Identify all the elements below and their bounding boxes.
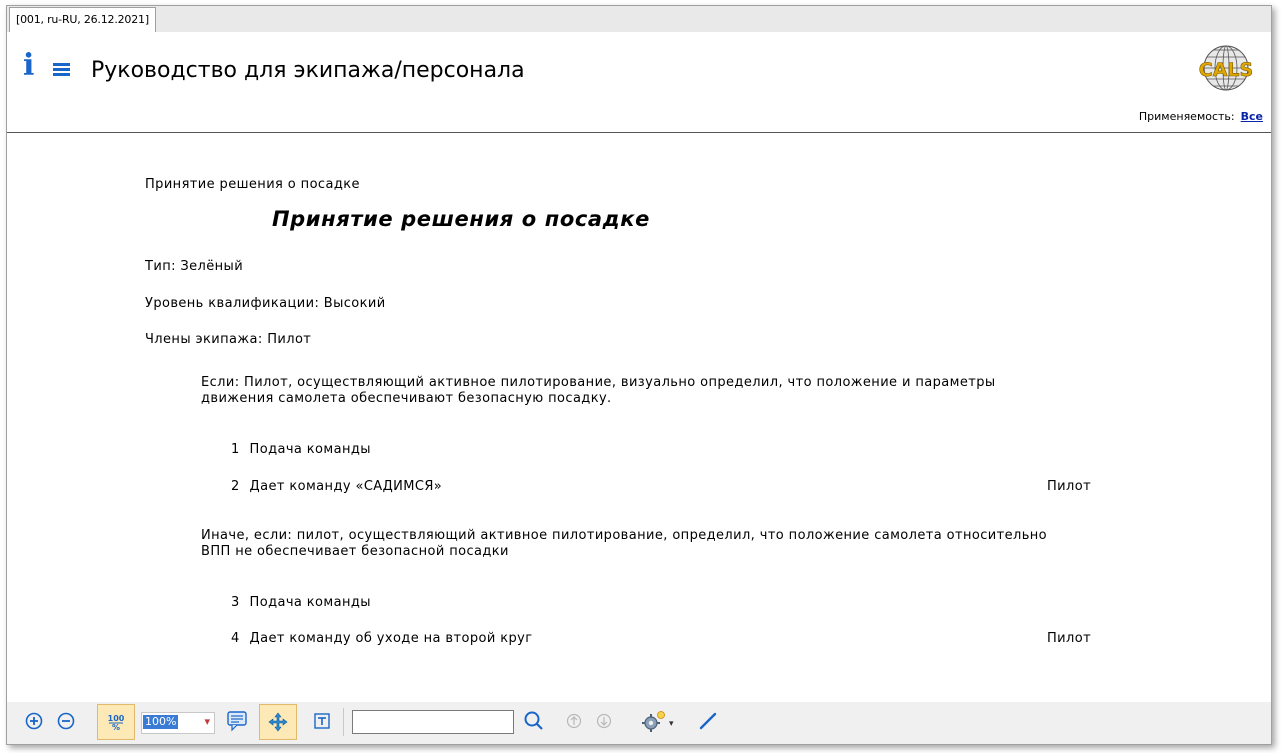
step-text: Дает команду «САДИМСЯ»	[249, 479, 443, 494]
zoom-value: 100%	[143, 715, 179, 729]
zoom-in-icon[interactable]	[21, 708, 47, 734]
pan-icon[interactable]	[259, 704, 297, 740]
step-item: 1 Подача команды	[231, 442, 371, 458]
toolbar-separator	[343, 708, 344, 736]
info-icon[interactable]: i	[23, 51, 34, 81]
tab-document[interactable]: [001, ru-RU, 26.12.2021]	[9, 7, 156, 33]
step-number: 3	[231, 595, 240, 610]
qualification-line: Уровень квалификации: Высокий	[145, 296, 386, 311]
condition2-line2: ВПП не обеспечивает безопасной посадки	[201, 544, 509, 559]
applicability-link[interactable]: Все	[1241, 110, 1263, 123]
search-icon[interactable]	[521, 708, 547, 734]
svg-text:CALS: CALS	[1199, 59, 1253, 81]
step-text: Подача команды	[249, 442, 371, 457]
menu-icon[interactable]	[53, 63, 70, 77]
zoom-select[interactable]: 100% ▾	[141, 712, 215, 734]
bottom-toolbar: 100% 100% ▾ ▾	[7, 702, 1271, 744]
comment-icon[interactable]	[225, 708, 251, 734]
tab-strip: [001, ru-RU, 26.12.2021]	[7, 6, 1271, 33]
arrow-up-icon[interactable]	[561, 708, 587, 734]
condition1-line1: Если: Пилот, осуществляющий активное пил…	[201, 375, 996, 390]
chevron-down-icon[interactable]: ▾	[204, 713, 210, 731]
page-title: Руководство для экипажа/персонала	[91, 58, 525, 83]
condition1-line2: движения самолета обеспечивают безопасну…	[201, 391, 612, 406]
actual-size-icon[interactable]: 100%	[97, 704, 135, 740]
applicability: Применяемость: Все	[1139, 110, 1263, 123]
step-item: 4 Дает команду об уходе на второй круг	[231, 631, 532, 647]
document-window: [001, ru-RU, 26.12.2021] i Руководство д…	[6, 5, 1272, 745]
cals-logo: CALS	[1198, 45, 1254, 91]
step-number: 2	[231, 479, 240, 494]
step-actor: Пилот	[1047, 631, 1092, 646]
section-heading: Принятие решения о посадке	[272, 207, 650, 231]
document-header: i Руководство для экипажа/персонала CALS…	[7, 32, 1271, 133]
content-area: i Руководство для экипажа/персонала CALS…	[7, 32, 1271, 702]
step-number: 1	[231, 442, 240, 457]
crew-line: Члены экипажа: Пилот	[145, 332, 312, 347]
step-item: 3 Подача команды	[231, 595, 371, 611]
arrow-down-icon[interactable]	[591, 708, 617, 734]
step-actor: Пилот	[1047, 479, 1092, 494]
condition2-line1: Иначе, если: пилот, осуществляющий актив…	[201, 528, 1048, 543]
search-input[interactable]	[352, 710, 514, 734]
step-number: 4	[231, 631, 240, 646]
step-text: Подача команды	[249, 595, 371, 610]
step-text: Дает команду об уходе на второй круг	[249, 631, 533, 646]
settings-icon[interactable]: ▾	[637, 708, 677, 734]
zoom-out-icon[interactable]	[53, 708, 79, 734]
step-item: 2 Дает команду «САДИМСЯ»	[231, 479, 442, 495]
pen-icon[interactable]	[695, 708, 721, 734]
applicability-label: Применяемость:	[1138, 110, 1235, 123]
text-select-icon[interactable]	[309, 708, 335, 734]
svg-text:▾: ▾	[669, 719, 674, 729]
type-line: Тип: Зелёный	[145, 259, 244, 274]
document-body: Принятие решения о посадке Принятие реше…	[7, 133, 1271, 702]
svg-text:%: %	[112, 723, 120, 732]
breadcrumb: Принятие решения о посадке	[145, 177, 360, 192]
svg-text:100: 100	[108, 714, 125, 723]
